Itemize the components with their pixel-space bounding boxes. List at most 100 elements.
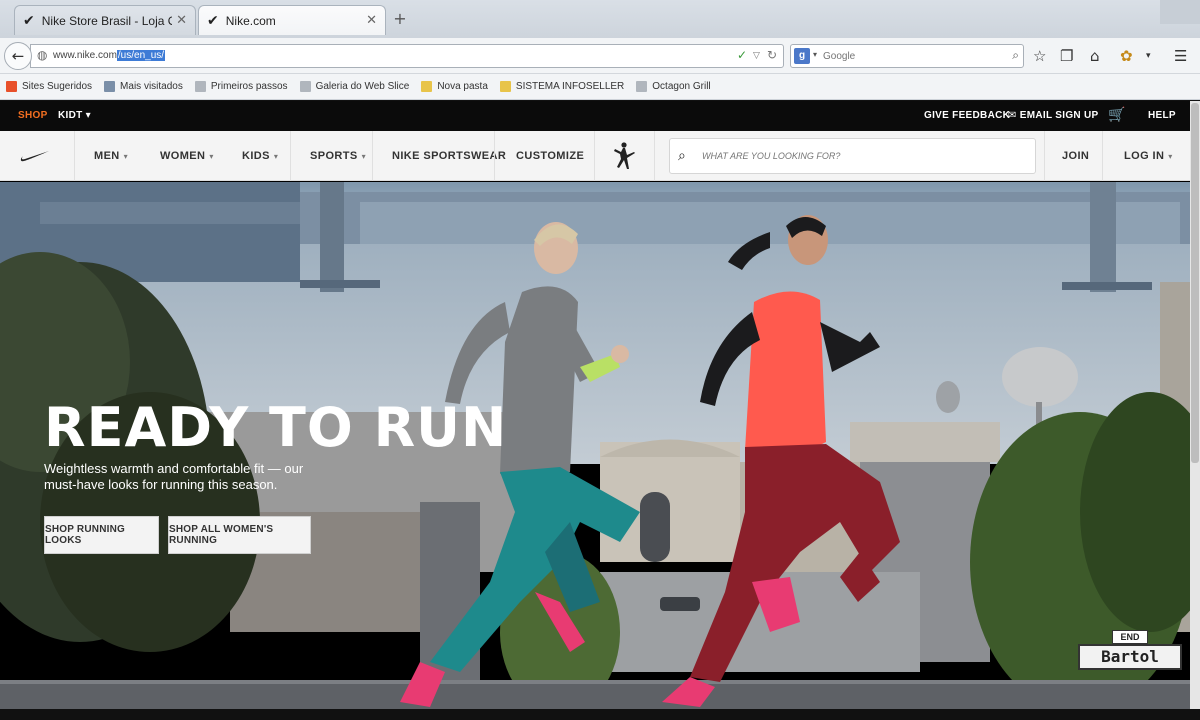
reload-icon[interactable]: ↻ xyxy=(767,48,777,62)
join-link[interactable]: JOIN xyxy=(1062,131,1089,181)
nav-item-kids[interactable]: KIDS ▾ xyxy=(242,131,278,181)
login-link[interactable]: LOG IN ▾ xyxy=(1124,131,1173,181)
search-icon[interactable]: ⌕ xyxy=(1012,48,1019,63)
cart-icon[interactable]: 🛒 xyxy=(1108,107,1126,123)
extension-icon[interactable]: ✿ xyxy=(1120,47,1133,65)
nav-divider xyxy=(594,131,595,181)
kids-label: KIDT xyxy=(58,110,83,121)
scrollbar-thumb[interactable] xyxy=(1191,103,1199,463)
nike-swoosh-icon: ✔ xyxy=(207,12,219,29)
kids-link[interactable]: KIDT ▾ xyxy=(58,110,91,121)
site-top-bar: SHOP KIDT ▾ GIVE FEEDBACK ✉ EMAIL SIGN U… xyxy=(0,101,1190,131)
tab-nike-store-brasil[interactable]: ✔ Nike Store Brasil - Loja Ofici... ✕ xyxy=(14,5,196,35)
hero-subtitle: Weightless warmth and comfortable fit — … xyxy=(44,461,304,492)
nav-divider xyxy=(74,131,75,181)
nav-divider xyxy=(1102,131,1103,181)
check-shield-icon[interactable]: ✓ xyxy=(737,48,747,62)
help-link[interactable]: HELP xyxy=(1148,110,1176,121)
bookmark-label: Octagon Grill xyxy=(652,81,711,92)
browser-tab-bar: ✔ Nike Store Brasil - Loja Ofici... ✕ ✔ … xyxy=(0,0,1200,38)
globe-icon: ◍ xyxy=(37,48,48,62)
shop-running-looks-button[interactable]: SHOP RUNNING LOOKS xyxy=(44,516,159,554)
dropdown-arrow-icon[interactable]: ▽ xyxy=(753,51,760,61)
nav-label: SPORTS xyxy=(310,150,358,162)
url-text[interactable]: www.nike.com/us/en_us/ xyxy=(53,50,166,61)
bookmark-label: Galeria do Web Slice xyxy=(315,81,410,92)
email-signup-link[interactable]: ✉ EMAIL SIGN UP xyxy=(1008,110,1099,121)
nav-divider xyxy=(494,131,495,181)
email-signup-label: EMAIL SIGN UP xyxy=(1019,110,1099,121)
shop-link[interactable]: SHOP xyxy=(18,110,48,121)
bookmark-star-icon[interactable]: ☆ xyxy=(1033,47,1046,65)
nav-item-nike-sportswear[interactable]: NIKE SPORTSWEAR xyxy=(392,131,506,181)
tab-nike-com[interactable]: ✔ Nike.com ✕ xyxy=(198,5,386,35)
folder-icon xyxy=(499,81,511,92)
bookmark-icon xyxy=(194,81,206,92)
nike-swoosh-icon: ✔ xyxy=(23,12,35,29)
folder-icon xyxy=(421,81,433,92)
nav-item-customize[interactable]: CUSTOMIZE xyxy=(516,131,584,181)
bookmark-label: SISTEMA INFOSELLER xyxy=(515,81,625,92)
close-icon[interactable]: ✕ xyxy=(176,13,187,28)
bookmark-label: Sites Sugeridos xyxy=(22,81,93,92)
chevron-down-icon: ▾ xyxy=(209,152,214,161)
chevron-down-icon: ▾ xyxy=(1168,152,1173,161)
bookmark-item[interactable]: Galeria do Web Slice xyxy=(299,81,410,92)
new-tab-plus-icon[interactable]: + xyxy=(392,9,408,31)
nike-logo-icon[interactable] xyxy=(20,150,50,162)
nav-item-men[interactable]: MEN ▾ xyxy=(94,131,128,181)
site-main-nav: MEN ▾ WOMEN ▾ KIDS ▾ SPORTS ▾ NIKE SPORTSWEA… xyxy=(0,131,1190,181)
bookmark-icon xyxy=(6,81,17,92)
nav-divider xyxy=(654,131,655,181)
nav-label: LOG IN xyxy=(1124,150,1165,162)
page-scrollbar[interactable] xyxy=(1190,101,1200,709)
address-bar[interactable]: ◍ www.nike.com/us/en_us/ ✓ ▽ ↻ xyxy=(30,44,784,68)
home-icon[interactable]: ⌂ xyxy=(1090,47,1100,65)
shop-all-womens-running-button[interactable]: SHOP ALL WOMEN'S RUNNING xyxy=(168,516,311,554)
bookmark-item[interactable]: Nova pasta xyxy=(421,81,488,92)
nav-item-sports[interactable]: SPORTS ▾ xyxy=(310,131,366,181)
nike-page: SHOP KIDT ▾ GIVE FEEDBACK ✉ EMAIL SIGN U… xyxy=(0,101,1190,709)
street-sign-name: Bartol xyxy=(1078,644,1182,670)
site-search-input[interactable] xyxy=(702,147,1022,165)
bookmark-icon xyxy=(299,81,311,92)
clipboard-icon[interactable]: ❐ xyxy=(1060,47,1073,65)
bookmark-item[interactable]: Octagon Grill xyxy=(636,81,711,92)
envelope-icon: ✉ xyxy=(1008,110,1017,121)
tab-title: Nike Store Brasil - Loja Ofici... xyxy=(41,13,172,28)
url-selected-path: /us/en_us/ xyxy=(116,50,166,61)
nav-label: WOMEN xyxy=(160,150,206,162)
menu-icon[interactable]: ☰ xyxy=(1174,47,1187,65)
chevron-down-icon[interactable]: ▾ xyxy=(813,50,817,59)
bookmark-icon xyxy=(104,81,116,92)
browser-search-box[interactable]: g ▾ ⌕ xyxy=(790,44,1024,68)
bookmark-icon xyxy=(636,81,648,92)
give-feedback-link[interactable]: GIVE FEEDBACK xyxy=(924,110,1010,121)
chevron-down-icon: ▾ xyxy=(123,152,129,161)
search-icon: ⌕ xyxy=(678,148,686,164)
search-input[interactable] xyxy=(823,47,993,65)
hero-title: READY TO RUN xyxy=(44,396,508,459)
google-icon[interactable]: g xyxy=(794,48,810,64)
bookmark-item[interactable]: Mais visitados xyxy=(104,81,183,92)
bottom-edge xyxy=(0,709,1200,720)
window-controls[interactable] xyxy=(1160,0,1200,24)
nav-divider xyxy=(290,131,291,181)
close-icon[interactable]: ✕ xyxy=(366,13,377,28)
bookmark-item[interactable]: SISTEMA INFOSELLER xyxy=(499,81,625,92)
bookmark-item[interactable]: Primeiros passos xyxy=(194,81,288,92)
chevron-down-icon[interactable]: ▾ xyxy=(1146,51,1151,61)
nav-label: KIDS xyxy=(242,150,270,162)
bookmark-label: Primeiros passos xyxy=(210,81,288,92)
back-button[interactable]: ← xyxy=(4,42,32,70)
hero-banner[interactable]: READY TO RUN Weightless warmth and comfo… xyxy=(0,182,1190,709)
nav-item-women[interactable]: WOMEN ▾ xyxy=(160,131,214,181)
jordan-jumpman-icon[interactable] xyxy=(610,141,638,171)
bookmark-label: Mais visitados xyxy=(120,81,183,92)
bookmark-item[interactable]: Sites Sugeridos xyxy=(6,81,92,92)
street-sign-end: END xyxy=(1112,630,1148,644)
browser-toolbar: ◍ www.nike.com/us/en_us/ ✓ ▽ ↻ ← g ▾ ⌕ ☆… xyxy=(0,38,1200,74)
bookmarks-bar: Sites Sugeridos Mais visitados Primeiros… xyxy=(0,74,1200,100)
site-search-box[interactable]: ⌕ xyxy=(669,138,1036,174)
url-host: www.nike.com xyxy=(53,50,117,61)
